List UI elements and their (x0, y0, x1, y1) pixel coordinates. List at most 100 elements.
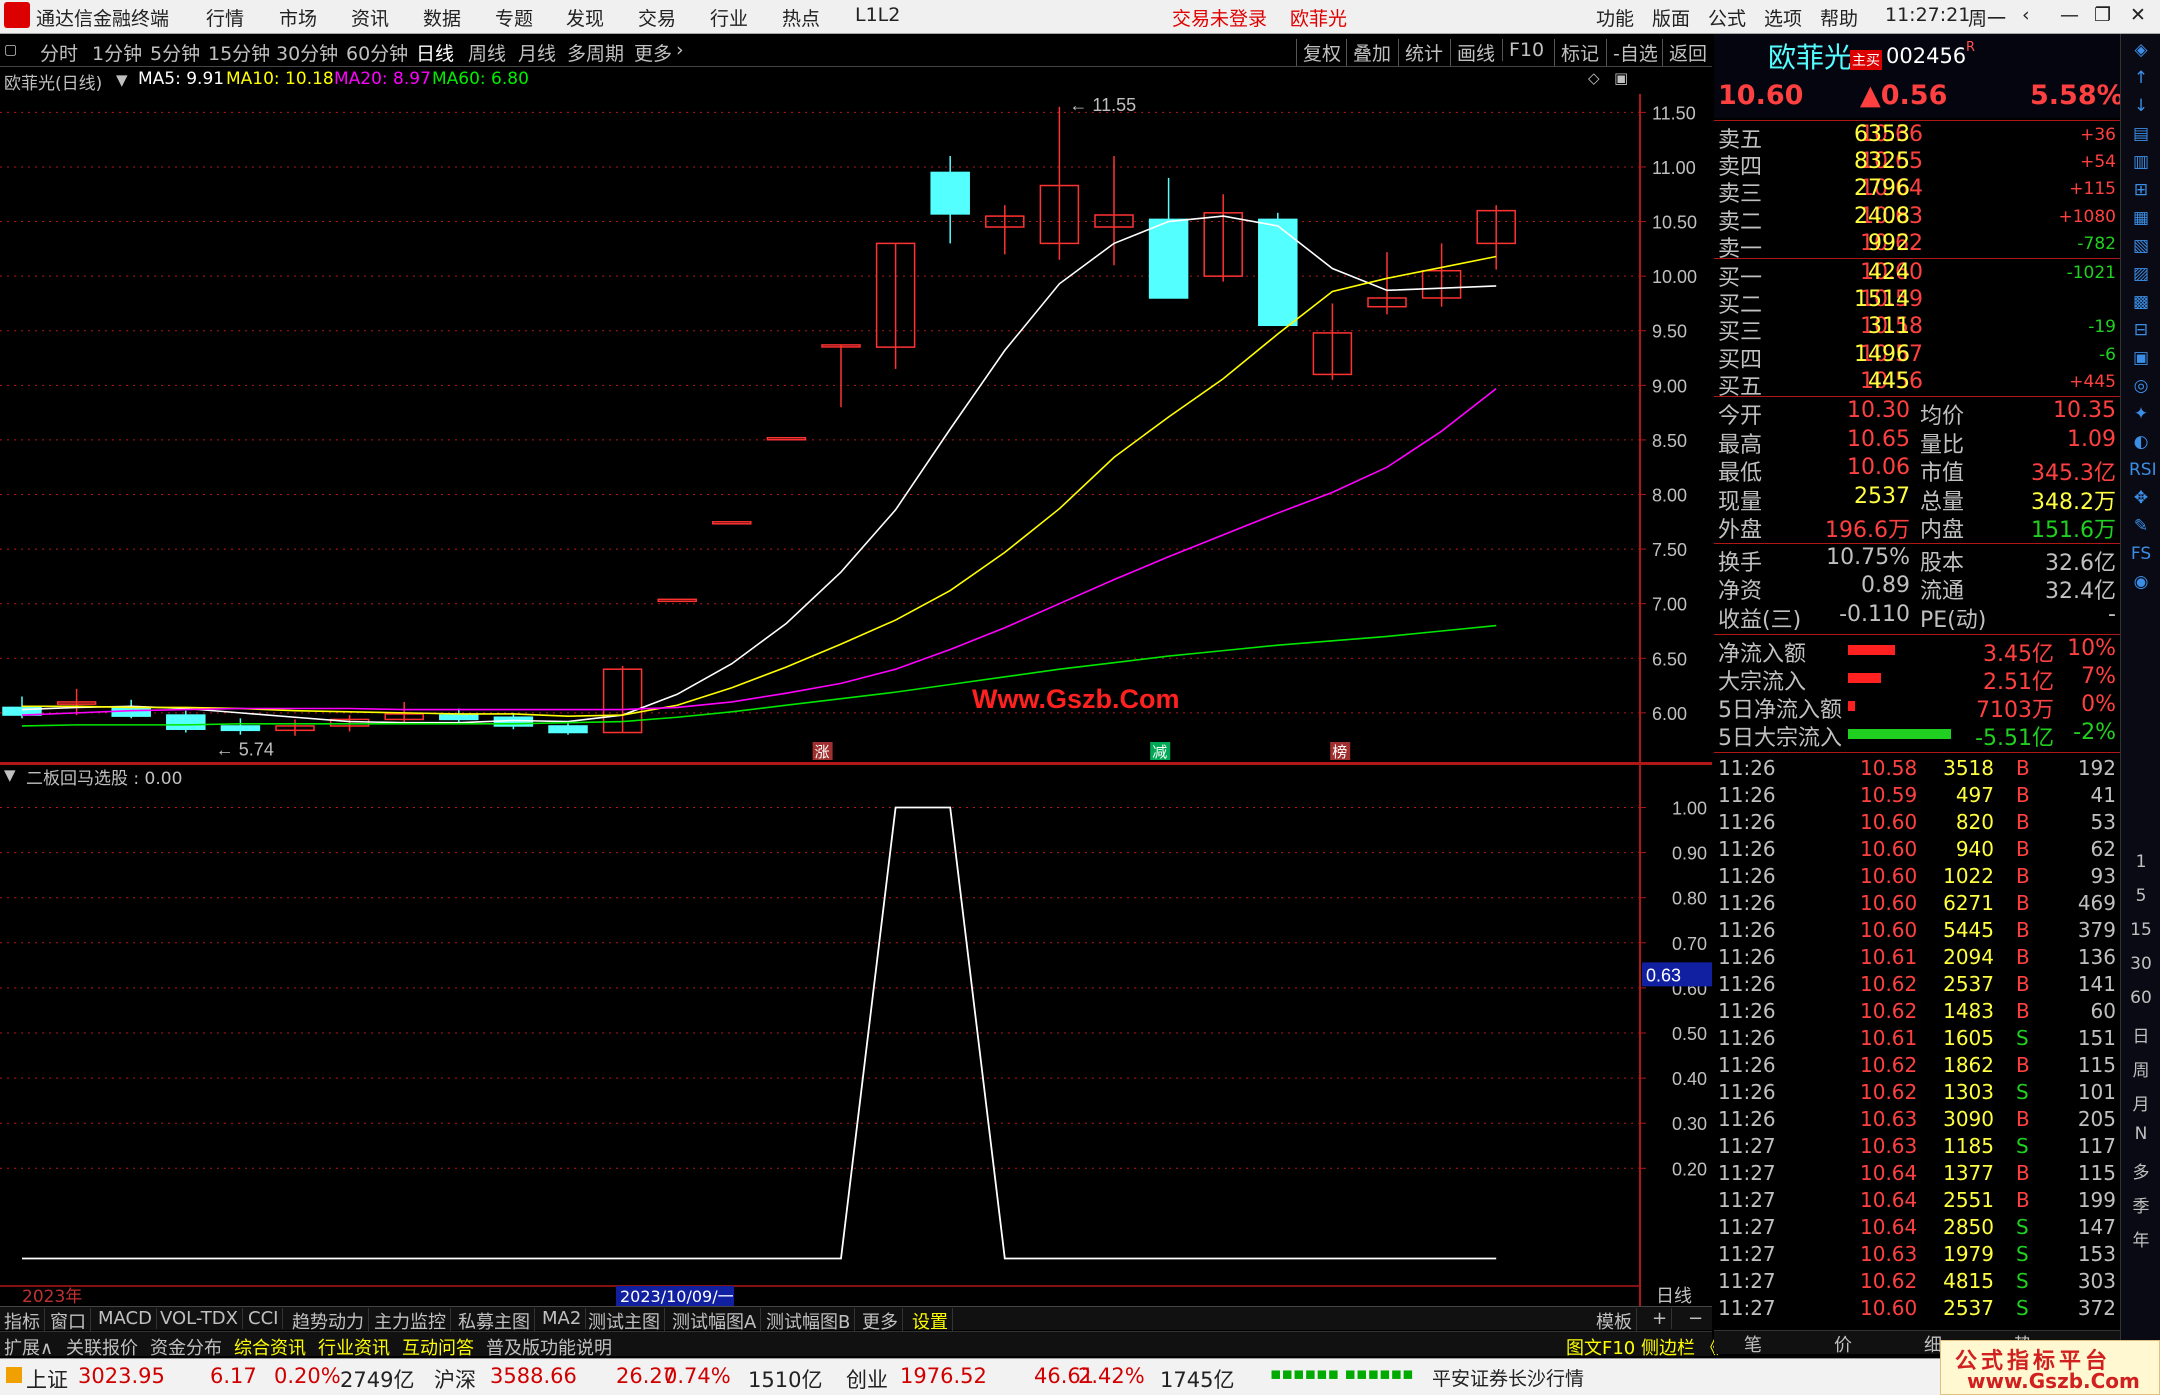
side-tool-icon[interactable]: ↑ (2129, 68, 2153, 88)
side-period-button[interactable]: N (2129, 1124, 2153, 1144)
side-period-button[interactable]: 季 (2129, 1192, 2153, 1217)
stat-label: 内盘 (1920, 518, 1965, 543)
side-tool-icon[interactable]: ▦ (2129, 208, 2153, 228)
side-tool-icon[interactable]: ◉ (2129, 572, 2153, 592)
tab-expand[interactable]: 扩展∧ (4, 1334, 53, 1360)
tab-tick[interactable]: 笔 (1744, 1331, 1762, 1357)
side-tool-icon[interactable]: RSI (2129, 460, 2157, 480)
side-tool-icon[interactable]: FS (2129, 544, 2153, 564)
tab-info[interactable]: 行业资讯 (318, 1334, 390, 1360)
menu-trade[interactable]: 交易 (638, 4, 676, 31)
side-tool-icon[interactable]: ▣ (2129, 348, 2153, 368)
tab-price[interactable]: 价 (1834, 1331, 1852, 1357)
menu-hot[interactable]: 热点 (782, 4, 820, 31)
side-tool-icon[interactable]: ✦ (2129, 404, 2153, 424)
menu-market2[interactable]: 市场 (279, 4, 317, 31)
chevron-right-icon[interactable]: › (676, 39, 684, 61)
index-icon[interactable] (6, 1367, 22, 1383)
menu-data[interactable]: 数据 (423, 4, 461, 31)
tab-info[interactable]: 关联报价 (66, 1334, 138, 1360)
tool-button[interactable]: F10 (1502, 39, 1544, 61)
menu-topic[interactable]: 专题 (495, 4, 533, 31)
side-tool-icon[interactable]: ▧ (2129, 236, 2153, 256)
menu-help[interactable]: 帮助 (1820, 4, 1858, 31)
side-period-button[interactable]: 周 (2129, 1056, 2153, 1081)
tab-indicator[interactable]: VOL-TDX (160, 1308, 243, 1329)
tool-button[interactable]: 标记 (1554, 39, 1599, 66)
side-tool-icon[interactable]: ✥ (2129, 488, 2153, 508)
tab-info[interactable]: 综合资讯 (234, 1334, 306, 1360)
back-icon[interactable]: ‹ (2022, 4, 2030, 26)
tab-period[interactable]: 1分钟 (92, 39, 142, 66)
tab-more[interactable]: 更多 (634, 39, 672, 66)
side-tool-icon[interactable]: ▩ (2129, 292, 2153, 312)
side-tool-icon[interactable]: ⊞ (2129, 180, 2153, 200)
candlestick-chart[interactable]: 11.50 11.00 10.50 10.00 9.50 9.00 8.50 8.00 7.50… (0, 94, 1712, 764)
side-period-button[interactable]: 日 (2129, 1022, 2153, 1047)
zoom-out-button[interactable]: − (1688, 1308, 1707, 1329)
side-period-button[interactable]: 15 (2129, 920, 2153, 940)
tab-info[interactable]: 互动问答 (402, 1334, 474, 1360)
index-amount: 1510亿 (748, 1368, 823, 1392)
side-tool-icon[interactable]: ◐ (2129, 432, 2153, 452)
menu-market[interactable]: 行情 (206, 4, 244, 31)
tab-indicator[interactable]: MA2 (542, 1308, 587, 1329)
tool-button[interactable]: 叠加 (1346, 39, 1391, 66)
side-period-button[interactable]: 30 (2129, 954, 2153, 974)
side-tool-icon[interactable]: ◈ (2129, 40, 2153, 60)
tab-info[interactable]: 资金分布 (150, 1334, 222, 1360)
indicator-chart[interactable]: 1.000.900.800.700.600.500.400.300.200.63… (0, 764, 1712, 1306)
side-period-button[interactable]: 5 (2129, 886, 2153, 906)
tab-indicator[interactable]: CCI (248, 1308, 284, 1329)
menu-function[interactable]: 功能 (1596, 4, 1634, 31)
tool-button[interactable]: 复权 (1296, 39, 1341, 66)
tab-period-active[interactable]: 日线 (416, 39, 454, 66)
current-value: 0.63 (1646, 965, 1681, 985)
tab-period[interactable]: 分时 (40, 39, 78, 66)
restore-icon[interactable]: ❐ (2094, 4, 2111, 26)
zoom-in-button[interactable]: + (1652, 1308, 1673, 1329)
tab-period[interactable]: 30分钟 (276, 39, 338, 66)
side-tool-icon[interactable]: ▤ (2129, 124, 2153, 144)
f10-sidebar-button[interactable]: 图文F10 侧边栏 《 (1566, 1334, 1719, 1360)
tab-period[interactable]: 月线 (518, 39, 556, 66)
minimize-icon[interactable]: — (2060, 4, 2079, 26)
tab-info[interactable]: 普及版功能说明 (486, 1334, 612, 1360)
menu-info[interactable]: 资讯 (351, 4, 389, 31)
tool-button[interactable]: 统计 (1398, 39, 1443, 66)
chevron-down-icon[interactable]: ▼ (116, 71, 128, 89)
tab-period[interactable]: 多周期 (567, 39, 624, 66)
side-tool-icon[interactable]: ⊟ (2129, 320, 2153, 340)
menu-options[interactable]: 选项 (1764, 4, 1802, 31)
side-tool-icon[interactable]: ◎ (2129, 376, 2153, 396)
side-period-button[interactable]: 60 (2129, 988, 2153, 1008)
side-period-button[interactable]: 多 (2129, 1158, 2153, 1183)
side-tool-icon[interactable]: ↓ (2129, 96, 2153, 116)
panel-icon[interactable]: ▣ (1614, 69, 1628, 87)
side-tool-icon[interactable]: ▥ (2129, 152, 2153, 172)
diamond-icon[interactable]: ◇ (1588, 69, 1600, 87)
side-tool-icon[interactable]: ▨ (2129, 264, 2153, 284)
side-period-button[interactable]: 年 (2129, 1226, 2153, 1251)
menu-layout[interactable]: 版面 (1652, 4, 1690, 31)
side-period-button[interactable]: 1 (2129, 852, 2153, 872)
menu-formula[interactable]: 公式 (1708, 4, 1746, 31)
close-icon[interactable]: ✕ (2130, 4, 2146, 26)
chevron-down-icon[interactable]: ▼ (4, 766, 16, 784)
tool-button[interactable]: -自选 (1606, 39, 1658, 66)
tool-button[interactable]: 画线 (1450, 39, 1495, 66)
side-tool-icon[interactable]: ✎ (2129, 516, 2153, 536)
tool-button[interactable]: 返回 (1662, 39, 1707, 66)
tab-period[interactable]: 60分钟 (346, 39, 408, 66)
side-period-button[interactable]: 月 (2129, 1090, 2153, 1115)
stat-label: 股本 (1920, 550, 1965, 576)
tab-period[interactable]: 5分钟 (150, 39, 200, 66)
menu-industry[interactable]: 行业 (710, 4, 748, 31)
menu-l1l2[interactable]: L1L2 (855, 4, 900, 26)
collapse-icon[interactable]: ▢ (4, 42, 17, 58)
tab-period[interactable]: 15分钟 (208, 39, 270, 66)
menu-discover[interactable]: 发现 (566, 4, 604, 31)
tab-period[interactable]: 周线 (468, 39, 506, 66)
login-status[interactable]: 交易未登录 (1172, 4, 1267, 31)
tab-indicator[interactable]: MACD (98, 1308, 157, 1329)
